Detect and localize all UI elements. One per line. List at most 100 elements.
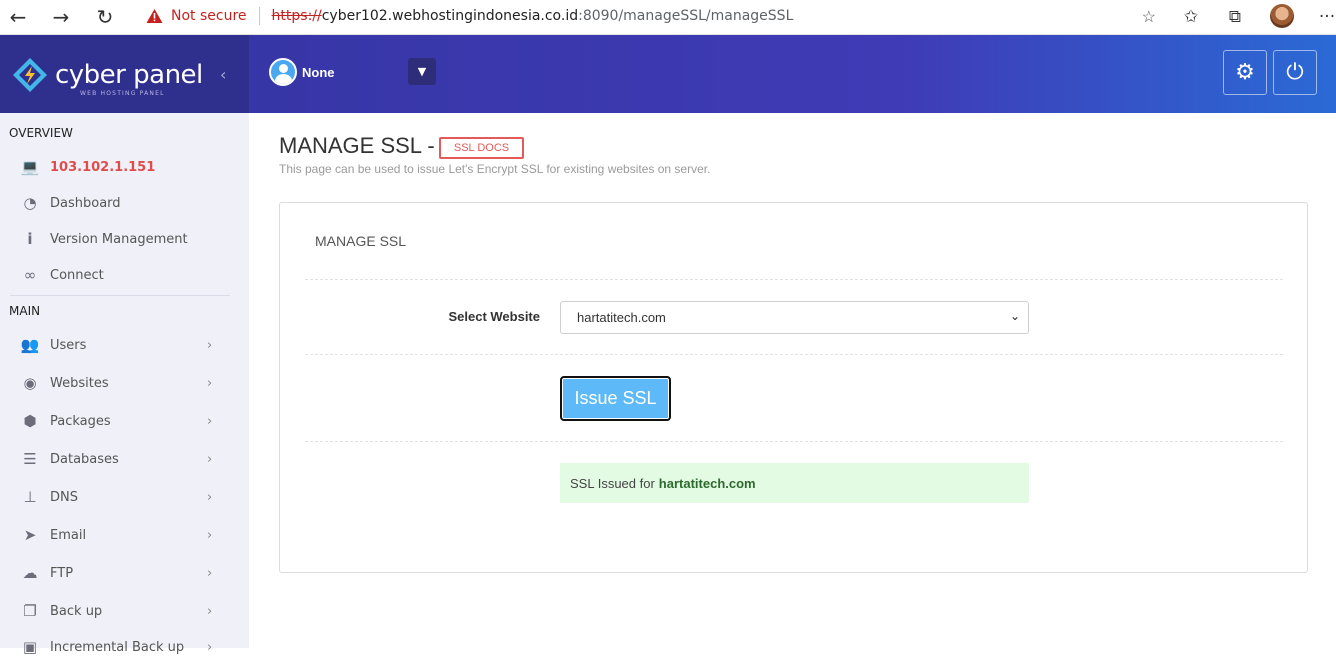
- cloud-upload-icon: ☁: [22, 564, 38, 582]
- omnibox-divider: [258, 7, 260, 25]
- sidebar-item-label: 103.102.1.151: [50, 159, 156, 175]
- avatar-body: [275, 74, 292, 84]
- settings-button[interactable]: ⚙: [1223, 50, 1267, 95]
- sidebar-item-label: Incremental Back up: [50, 639, 185, 655]
- brand-header[interactable]: cyber panel WEB HOSTING PANEL ‹: [0, 35, 249, 113]
- security-status[interactable]: Not secure: [171, 8, 247, 24]
- sidebar: cyber panel WEB HOSTING PANEL ‹ OVERVIEW…: [0, 35, 249, 656]
- chevron-right-icon: ›: [207, 527, 213, 543]
- sidebar-item-connect[interactable]: ∞ Connect: [0, 260, 249, 290]
- profile-avatar[interactable]: [1270, 4, 1294, 28]
- copy-icon: ❐: [23, 602, 37, 620]
- manage-ssl-panel: MANAGE SSL Select Website hartatitech.co…: [279, 202, 1308, 573]
- sidebar-item-ftp[interactable]: ☁ FTP ›: [0, 558, 249, 588]
- globe-icon: ◉: [23, 374, 37, 392]
- issue-ssl-button[interactable]: Issue SSL: [560, 376, 671, 421]
- cubes-icon: ⬢: [23, 412, 37, 430]
- user-avatar[interactable]: [269, 58, 297, 86]
- main-heading: MAIN: [9, 304, 41, 318]
- sidebar-item-backup[interactable]: ❐ Back up ›: [0, 596, 249, 626]
- chevron-down-icon: ⌄: [1009, 309, 1020, 323]
- logout-button[interactable]: ⏻: [1273, 50, 1317, 95]
- warning-icon[interactable]: [146, 8, 163, 24]
- sidebar-item-label: Version Management: [50, 231, 188, 247]
- page-description: This page can be used to issue Let's Enc…: [279, 162, 711, 176]
- url-path: :8090/manageSSL/manageSSL: [578, 8, 794, 24]
- paper-plane-icon: ➤: [23, 526, 37, 544]
- add-favorite-icon[interactable]: ☆: [1142, 7, 1156, 27]
- brand-name: cyber panel: [55, 60, 203, 90]
- website-select[interactable]: hartatitech.com ⌄: [560, 301, 1029, 334]
- chevron-right-icon: ›: [207, 565, 213, 581]
- sidebar-item-dns[interactable]: ⊥ DNS ›: [0, 482, 249, 512]
- reload-icon[interactable]: ↻: [91, 4, 119, 30]
- favorites-icon[interactable]: ✩: [1178, 5, 1204, 29]
- user-name[interactable]: None: [302, 65, 335, 80]
- url-host: cyber102.webhostingindonesia.co.id: [321, 8, 579, 24]
- sidebar-item-label: Email: [50, 527, 87, 543]
- url-scheme: https://: [271, 8, 322, 24]
- save-icon: ▣: [22, 638, 38, 656]
- sidebar-item-label: DNS: [50, 489, 78, 505]
- browser-toolbar: ← → ↻ Not secure https://cyber102.webhos…: [0, 0, 1336, 35]
- sidebar-item-label: Dashboard: [50, 195, 121, 211]
- address-bar[interactable]: Not secure https://cyber102.webhostingin…: [132, 1, 1162, 31]
- chevron-right-icon: ›: [207, 603, 213, 619]
- more-icon[interactable]: ···: [1314, 5, 1336, 29]
- overview-heading: OVERVIEW: [9, 126, 73, 140]
- sidebar-item-packages[interactable]: ⬢ Packages ›: [0, 406, 249, 436]
- chevron-right-icon: ›: [207, 337, 213, 353]
- info-icon: i: [27, 230, 33, 248]
- sitemap-icon: ⊥: [23, 488, 37, 506]
- sidebar-item-version-management[interactable]: i Version Management: [0, 224, 249, 254]
- sidebar-item-label: Databases: [50, 451, 119, 467]
- top-header: None ▼ ⚙ ⏻: [249, 35, 1336, 113]
- gear-icon: ⚙: [1235, 60, 1255, 85]
- sidebar-item-label: Packages: [50, 413, 111, 429]
- sidebar-item-server-ip[interactable]: 💻 103.102.1.151: [0, 152, 249, 182]
- link-icon: ∞: [23, 266, 37, 284]
- chevron-right-icon: ›: [207, 489, 213, 505]
- cyberpanel-logo-icon: [13, 58, 47, 92]
- brand-tagline: WEB HOSTING PANEL: [80, 90, 165, 97]
- page-title: MANAGE SSL -: [279, 133, 435, 158]
- sidebar-item-email[interactable]: ➤ Email ›: [0, 520, 249, 550]
- ssl-docs-link[interactable]: SSL DOCS: [439, 137, 524, 159]
- sidebar-divider: [10, 295, 230, 296]
- chevron-down-icon: ▼: [417, 65, 427, 78]
- sidebar-item-label: Back up: [50, 603, 103, 619]
- chevron-right-icon: ›: [207, 375, 213, 391]
- sidebar-item-websites[interactable]: ◉ Websites ›: [0, 368, 249, 398]
- success-alert: SSL Issued for hartatitech.com: [560, 463, 1029, 503]
- chevron-right-icon: ›: [207, 639, 213, 655]
- divider: [305, 354, 1283, 355]
- sidebar-item-label: FTP: [50, 565, 74, 581]
- url-text[interactable]: https://cyber102.webhostingindonesia.co.…: [272, 8, 794, 24]
- sidebar-item-incremental-backup[interactable]: ▣ Incremental Back up ›: [0, 632, 249, 662]
- select-website-label: Select Website: [448, 309, 540, 324]
- power-icon: ⏻: [1286, 60, 1304, 85]
- sidebar-item-label: Users: [50, 337, 87, 353]
- database-icon: ☰: [23, 450, 37, 468]
- chevron-right-icon: ›: [207, 451, 213, 467]
- alert-text: SSL Issued for: [570, 475, 655, 491]
- divider: [305, 279, 1283, 280]
- back-icon[interactable]: ←: [4, 4, 32, 30]
- users-icon: 👥: [20, 336, 40, 354]
- avatar-head: [279, 64, 288, 73]
- collections-icon[interactable]: ⧉: [1222, 5, 1248, 29]
- sidebar-item-dashboard[interactable]: ◔ Dashboard: [0, 188, 249, 218]
- forward-icon[interactable]: →: [47, 4, 75, 30]
- selected-website: hartatitech.com: [577, 310, 666, 325]
- sidebar-item-databases[interactable]: ☰ Databases ›: [0, 444, 249, 474]
- divider: [305, 441, 1283, 442]
- alert-site: hartatitech.com: [658, 475, 756, 491]
- user-dropdown-button[interactable]: ▼: [408, 58, 436, 85]
- sidebar-item-users[interactable]: 👥 Users ›: [0, 330, 249, 360]
- dashboard-icon: ◔: [23, 194, 37, 212]
- panel-title: MANAGE SSL: [315, 233, 407, 249]
- sidebar-item-label: Connect: [50, 267, 104, 283]
- laptop-icon: 💻: [20, 158, 40, 176]
- chevron-right-icon: ›: [207, 413, 213, 429]
- collapse-sidebar-icon[interactable]: ‹: [220, 65, 226, 84]
